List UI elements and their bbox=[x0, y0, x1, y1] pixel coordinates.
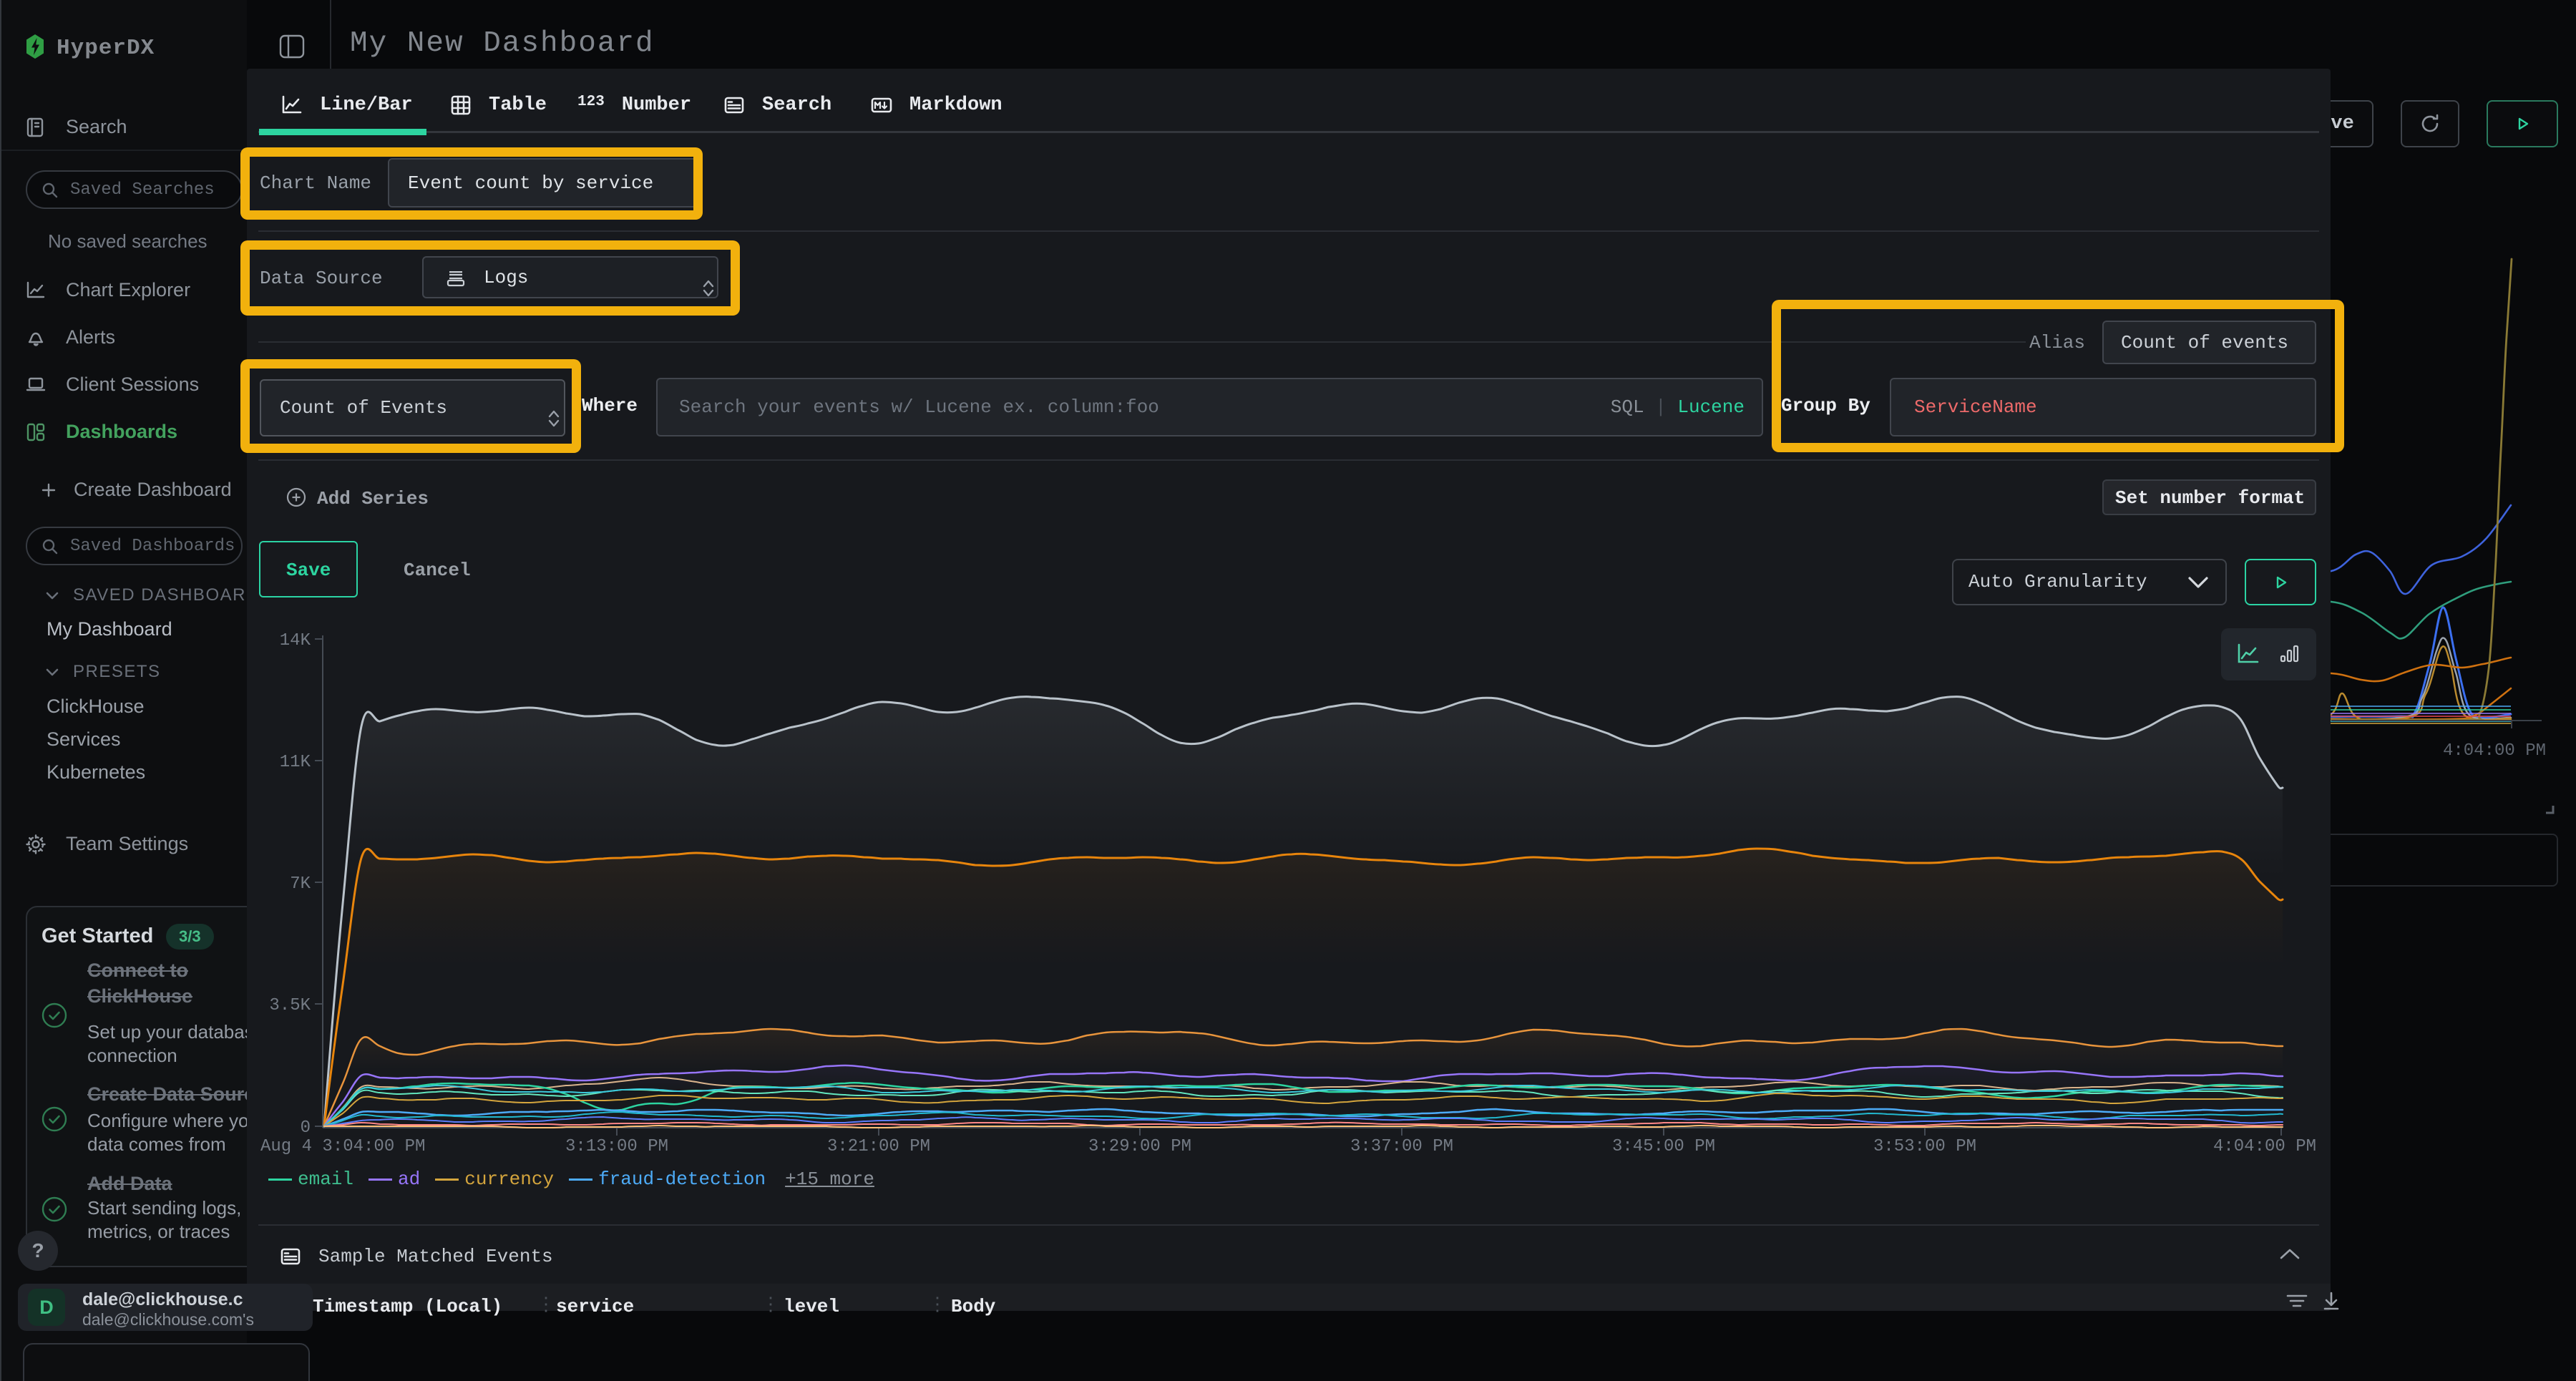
svg-text:3:21:00 PM: 3:21:00 PM bbox=[827, 1137, 930, 1156]
svg-text:3:45:00 PM: 3:45:00 PM bbox=[1612, 1137, 1715, 1156]
svg-text:7K: 7K bbox=[290, 874, 311, 894]
svg-text:3:29:00 PM: 3:29:00 PM bbox=[1088, 1137, 1191, 1156]
svg-text:4:04:00 PM: 4:04:00 PM bbox=[2443, 741, 2546, 761]
svg-text:14K: 14K bbox=[280, 631, 311, 650]
svg-text:3.5K: 3.5K bbox=[269, 996, 311, 1015]
svg-text:4:04:00 PM: 4:04:00 PM bbox=[2213, 1137, 2316, 1156]
svg-text:11K: 11K bbox=[280, 753, 311, 772]
svg-text:3:37:00 PM: 3:37:00 PM bbox=[1350, 1137, 1453, 1156]
svg-text:Aug 4 3:04:00 PM: Aug 4 3:04:00 PM bbox=[260, 1137, 425, 1156]
svg-text:0: 0 bbox=[301, 1118, 311, 1138]
svg-text:3:53:00 PM: 3:53:00 PM bbox=[1873, 1137, 1976, 1156]
svg-text:3:13:00 PM: 3:13:00 PM bbox=[565, 1137, 668, 1156]
